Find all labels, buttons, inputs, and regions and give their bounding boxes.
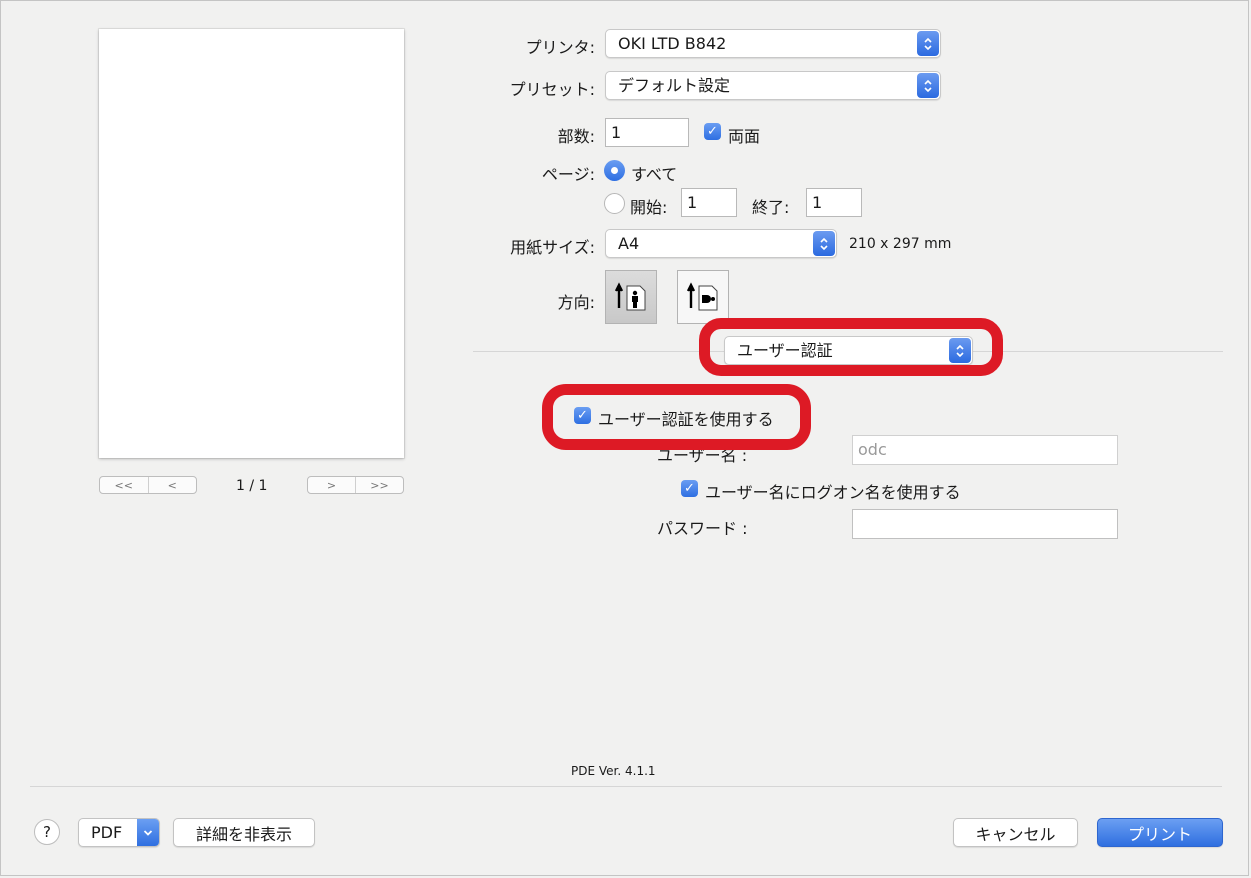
pages-label: ページ: (541, 165, 595, 184)
pages-all-radio[interactable] (604, 160, 625, 181)
use-auth-label-visible: ユーザー認証を使用する (598, 410, 774, 429)
print-button[interactable]: プリント (1097, 818, 1223, 847)
landscape-orientation-icon (686, 282, 718, 311)
use-auth-checkbox-visible[interactable]: ✓ (574, 407, 591, 424)
printer-value: OKI LTD B842 (618, 34, 727, 53)
checkmark-icon: ✓ (707, 124, 718, 139)
help-button[interactable]: ? (34, 819, 60, 845)
preview-nav-back: << < (99, 476, 197, 494)
last-page-button[interactable]: >> (355, 477, 403, 493)
pages-from-input[interactable]: 1 (681, 188, 737, 217)
version-text: PDE Ver. 4.1.1 (571, 764, 656, 778)
pages-to-input[interactable]: 1 (806, 188, 862, 217)
portrait-orientation-icon (614, 282, 646, 311)
highlight-inner: ✓ ユーザー認証を使用する (553, 395, 800, 439)
checkmark-icon: ✓ (684, 481, 695, 496)
prev-page-button[interactable]: < (147, 477, 197, 493)
orientation-label: 方向: (557, 293, 595, 312)
first-page-button[interactable]: << (100, 477, 148, 493)
footer-divider (30, 786, 1222, 787)
landscape-button[interactable] (677, 270, 729, 324)
use-logon-checkbox[interactable]: ✓ (681, 480, 698, 497)
help-icon: ? (43, 823, 51, 841)
highlight-ring-panel-selector (699, 318, 1003, 376)
next-page-button[interactable]: > (308, 477, 355, 493)
pdf-label: PDF (91, 823, 123, 842)
paper-size-select[interactable]: A4 (605, 229, 837, 258)
checkmark-icon: ✓ (577, 408, 588, 423)
duplex-checkbox[interactable]: ✓ (704, 123, 721, 140)
duplex-label: 両面 (728, 127, 761, 146)
printer-label: プリンタ: (525, 38, 595, 57)
pages-from-label: 開始: (630, 198, 668, 217)
copies-label: 部数: (557, 127, 595, 146)
pages-to-label: 終了: (752, 198, 790, 217)
paper-size-label: 用紙サイズ: (510, 238, 595, 257)
copies-input[interactable]: 1 (605, 118, 689, 147)
username-input[interactable]: odc (852, 435, 1118, 465)
pages-range-radio[interactable] (604, 193, 625, 214)
portrait-button[interactable] (605, 270, 657, 324)
preset-label: プリセット: (509, 80, 595, 99)
radio-dot-icon (611, 167, 618, 174)
paper-dimensions: 210 x 297 mm (849, 236, 952, 252)
password-label: パスワード : (657, 519, 748, 538)
up-down-arrows-icon (813, 231, 835, 256)
page-counter: 1 / 1 (236, 478, 268, 494)
preset-select[interactable]: デフォルト設定 (605, 71, 941, 100)
printer-select[interactable]: OKI LTD B842 (605, 29, 941, 58)
cancel-button[interactable]: キャンセル (953, 818, 1078, 847)
paper-size-value: A4 (618, 234, 640, 253)
pages-all-label: すべて (631, 165, 678, 184)
hide-details-button[interactable]: 詳細を非表示 (173, 818, 315, 847)
chevron-down-icon (137, 819, 159, 846)
up-down-arrows-icon (917, 73, 939, 98)
preview-nav-forward: > >> (307, 476, 404, 494)
up-down-arrows-icon (917, 31, 939, 56)
preset-value: デフォルト設定 (618, 76, 731, 95)
password-input[interactable] (852, 509, 1118, 539)
page-preview (99, 29, 404, 458)
use-logon-label: ユーザー名にログオン名を使用する (705, 483, 961, 502)
pdf-menu-button[interactable]: PDF (78, 818, 160, 847)
